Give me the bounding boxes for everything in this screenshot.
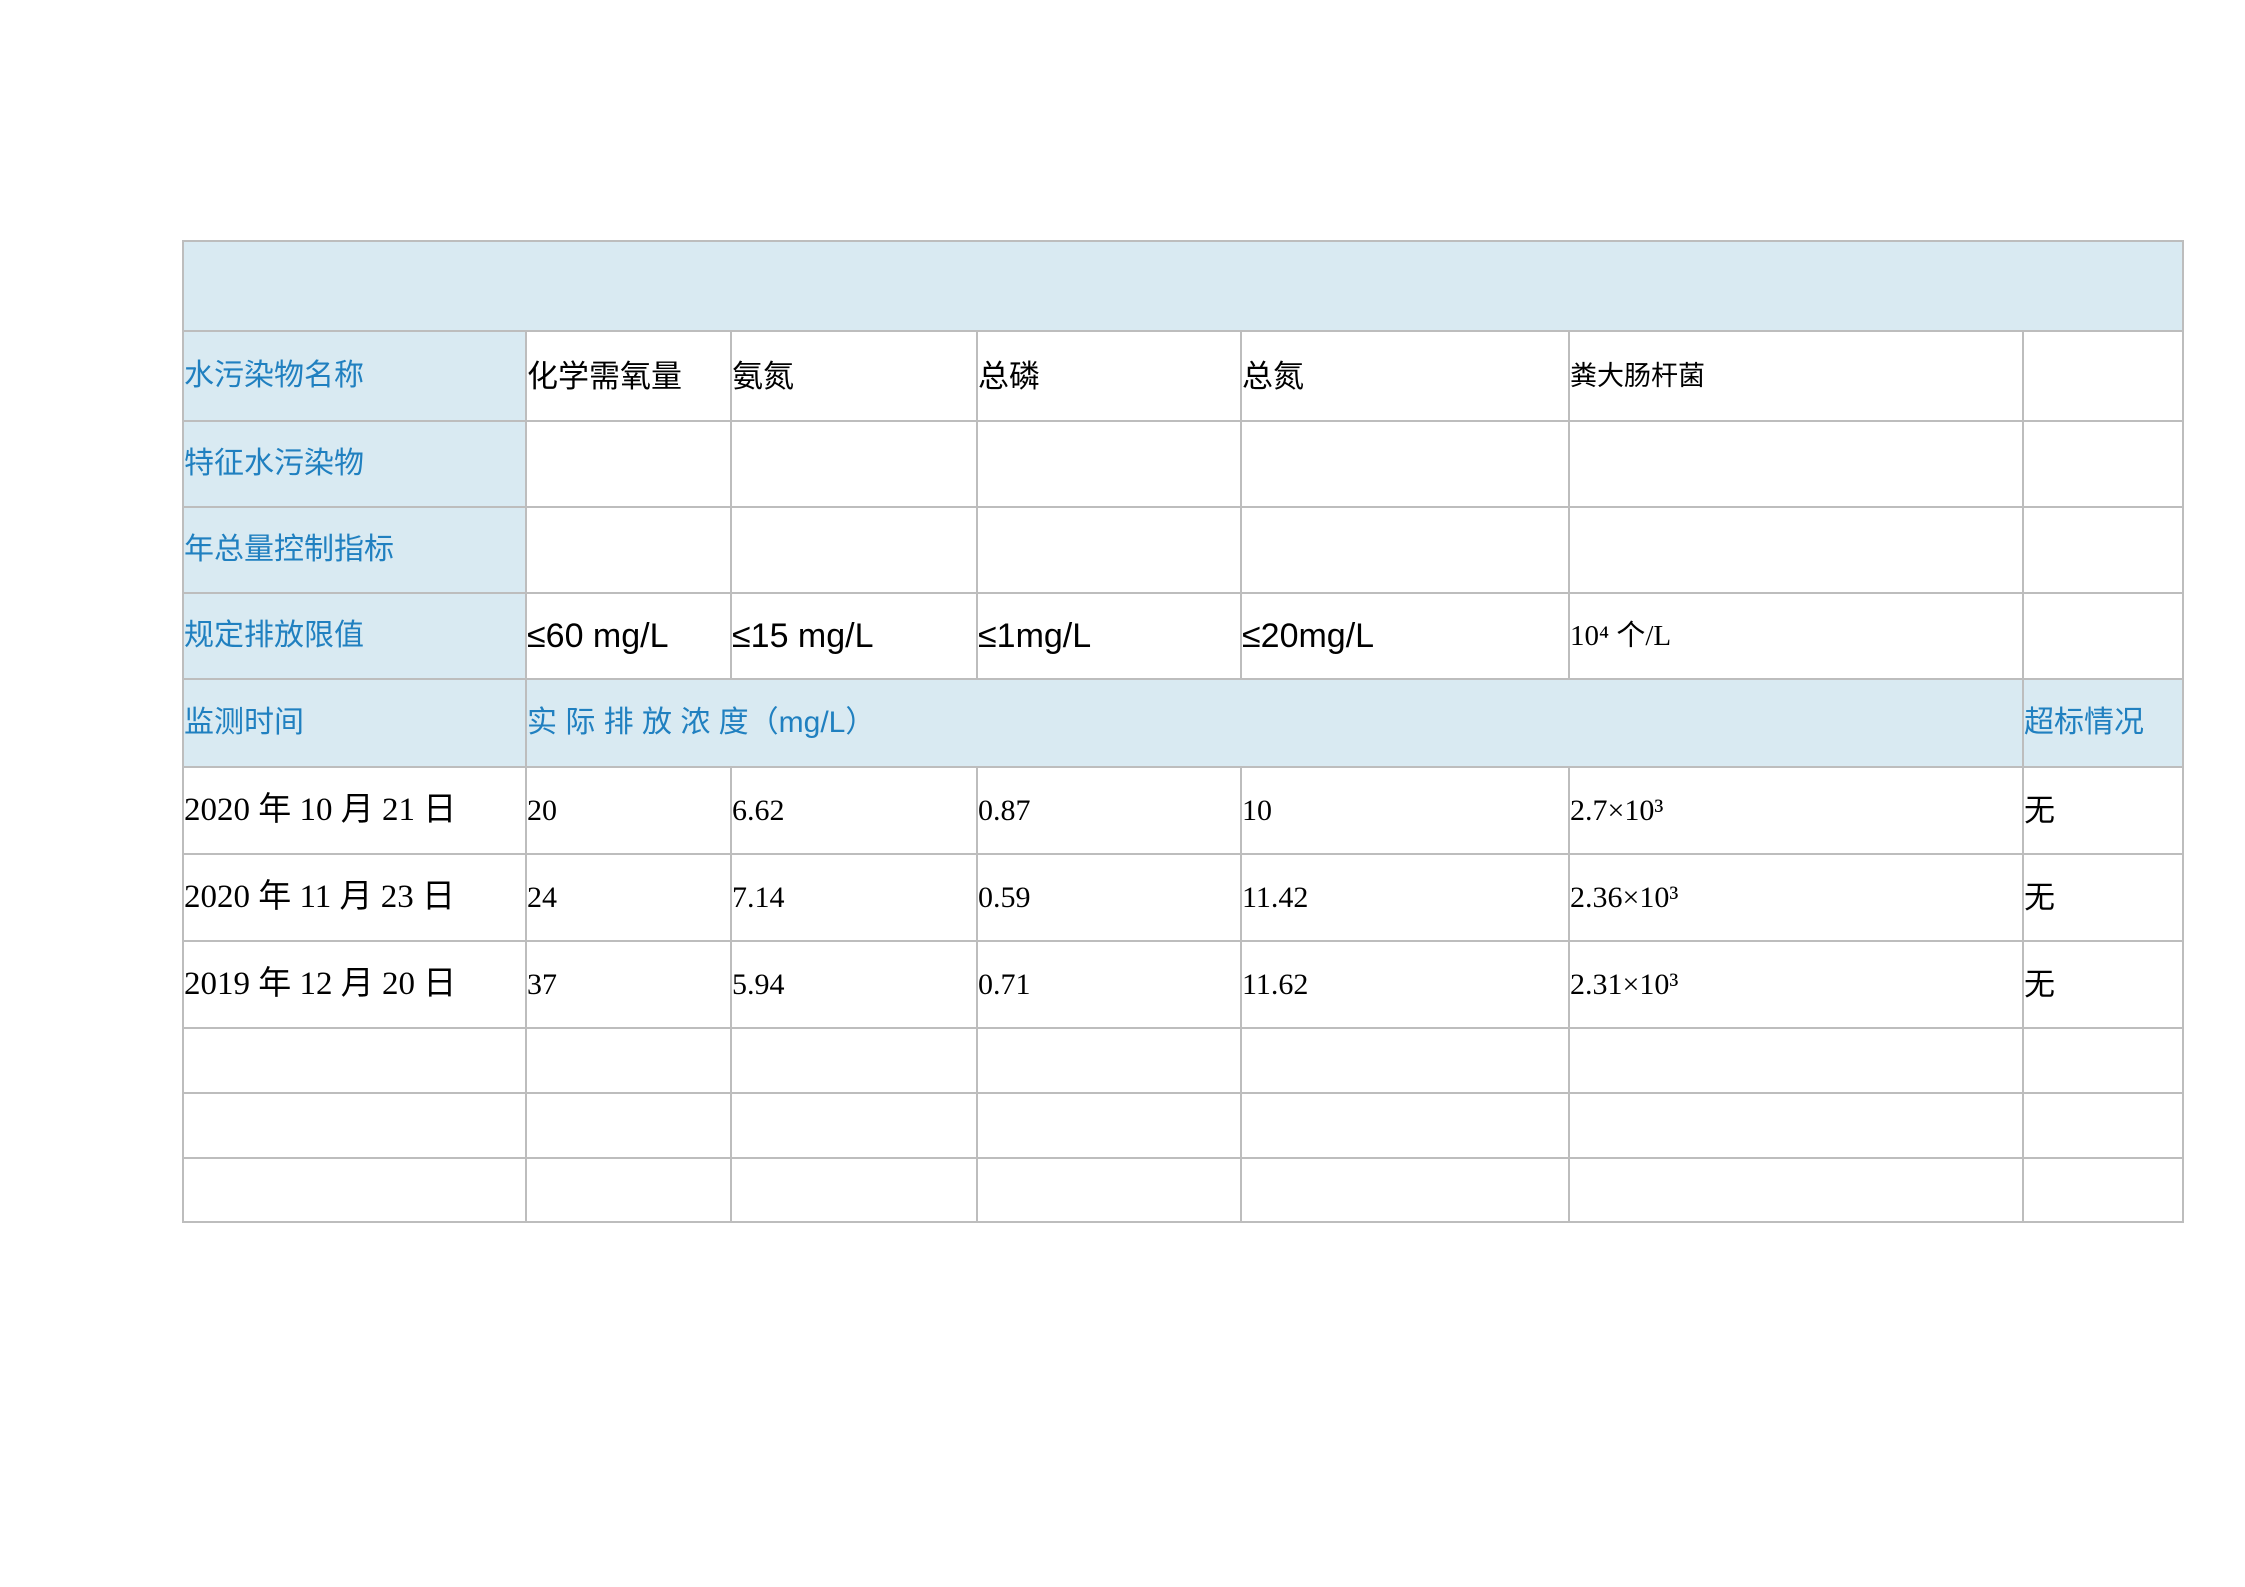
empty-cell bbox=[526, 507, 731, 593]
empty-cell bbox=[183, 1028, 526, 1093]
limit-cell: ≤60 mg/L bbox=[526, 593, 731, 679]
empty-cell bbox=[1241, 1158, 1569, 1222]
pollutant-name-cell: 总磷 bbox=[977, 331, 1241, 421]
table-row: 2020 年 10 月 21 日 20 6.62 0.87 10 2.7×10³… bbox=[183, 767, 2183, 854]
empty-cell bbox=[1241, 1028, 1569, 1093]
pollutant-name-cell: 氨氮 bbox=[731, 331, 977, 421]
empty-cell bbox=[977, 1158, 1241, 1222]
empty-cell bbox=[2023, 1158, 2183, 1222]
label-emission-limit: 规定排放限值 bbox=[183, 593, 526, 679]
table-row: 2020 年 11 月 23 日 24 7.14 0.59 11.42 2.36… bbox=[183, 854, 2183, 941]
empty-cell bbox=[1569, 421, 2023, 507]
empty-cell bbox=[2023, 507, 2183, 593]
empty-cell bbox=[977, 421, 1241, 507]
limit-cell: ≤15 mg/L bbox=[731, 593, 977, 679]
limit-cell: ≤1mg/L bbox=[977, 593, 1241, 679]
pollutant-name-cell-fecal: 粪大肠杆菌 bbox=[1569, 331, 2023, 421]
label-monitor-time: 监测时间 bbox=[183, 679, 526, 767]
empty-cell bbox=[1569, 1158, 2023, 1222]
data-cell: 2.31×10³ bbox=[1569, 941, 2023, 1028]
empty-cell bbox=[183, 1093, 526, 1158]
empty-cell bbox=[1569, 1028, 2023, 1093]
table-row bbox=[183, 1093, 2183, 1158]
empty-cell bbox=[2023, 421, 2183, 507]
label-water-pollutant-name: 水污染物名称 bbox=[183, 331, 526, 421]
empty-cell bbox=[2023, 1028, 2183, 1093]
empty-cell bbox=[731, 1158, 977, 1222]
data-cell: 20 bbox=[526, 767, 731, 854]
pollutant-name-cell: 化学需氧量 bbox=[526, 331, 731, 421]
data-cell: 2.7×10³ bbox=[1569, 767, 2023, 854]
limit-cell-fecal: 10⁴ 个/L bbox=[1569, 593, 2023, 679]
data-cell: 11.42 bbox=[1241, 854, 1569, 941]
data-cell: 6.62 bbox=[731, 767, 977, 854]
data-cell: 5.94 bbox=[731, 941, 977, 1028]
data-cell: 24 bbox=[526, 854, 731, 941]
table-row bbox=[183, 1158, 2183, 1222]
empty-cell bbox=[183, 1158, 526, 1222]
data-cell: 37 bbox=[526, 941, 731, 1028]
label-annual-total-control: 年总量控制指标 bbox=[183, 507, 526, 593]
date-cell: 2019 年 12 月 20 日 bbox=[183, 941, 526, 1028]
data-cell: 2.36×10³ bbox=[1569, 854, 2023, 941]
pollutant-name-cell: 总氮 bbox=[1241, 331, 1569, 421]
label-characteristic-pollutant: 特征水污染物 bbox=[183, 421, 526, 507]
data-cell: 10 bbox=[1241, 767, 1569, 854]
empty-cell bbox=[1569, 507, 2023, 593]
empty-cell bbox=[526, 421, 731, 507]
empty-cell bbox=[731, 507, 977, 593]
empty-cell bbox=[526, 1093, 731, 1158]
data-cell: 0.71 bbox=[977, 941, 1241, 1028]
empty-cell bbox=[1241, 1093, 1569, 1158]
header-exceedance: 超标情况 bbox=[2023, 679, 2183, 767]
pollutant-monitoring-table: 水污染物名称 化学需氧量 氨氮 总磷 总氮 粪大肠杆菌 特征水污染物 年总量控制… bbox=[182, 240, 2184, 1223]
table-title-band bbox=[183, 241, 2183, 331]
data-cell: 0.87 bbox=[977, 767, 1241, 854]
date-cell: 2020 年 11 月 23 日 bbox=[183, 854, 526, 941]
status-cell: 无 bbox=[2023, 941, 2183, 1028]
empty-cell bbox=[2023, 331, 2183, 421]
header-actual-emission-concentration: 实 际 排 放 浓 度（mg/L） bbox=[526, 679, 2023, 767]
empty-cell bbox=[1569, 1093, 2023, 1158]
empty-cell bbox=[977, 507, 1241, 593]
data-cell: 7.14 bbox=[731, 854, 977, 941]
data-cell: 11.62 bbox=[1241, 941, 1569, 1028]
table-row: 2019 年 12 月 20 日 37 5.94 0.71 11.62 2.31… bbox=[183, 941, 2183, 1028]
date-cell: 2020 年 10 月 21 日 bbox=[183, 767, 526, 854]
empty-cell bbox=[526, 1158, 731, 1222]
empty-cell bbox=[731, 1028, 977, 1093]
table-row bbox=[183, 1028, 2183, 1093]
limit-cell: ≤20mg/L bbox=[1241, 593, 1569, 679]
empty-cell bbox=[977, 1093, 1241, 1158]
empty-cell bbox=[1241, 507, 1569, 593]
empty-cell bbox=[526, 1028, 731, 1093]
status-cell: 无 bbox=[2023, 767, 2183, 854]
status-cell: 无 bbox=[2023, 854, 2183, 941]
empty-cell bbox=[977, 1028, 1241, 1093]
empty-cell bbox=[731, 1093, 977, 1158]
data-cell: 0.59 bbox=[977, 854, 1241, 941]
empty-cell bbox=[1241, 421, 1569, 507]
empty-cell bbox=[731, 421, 977, 507]
empty-cell bbox=[2023, 1093, 2183, 1158]
empty-cell bbox=[2023, 593, 2183, 679]
